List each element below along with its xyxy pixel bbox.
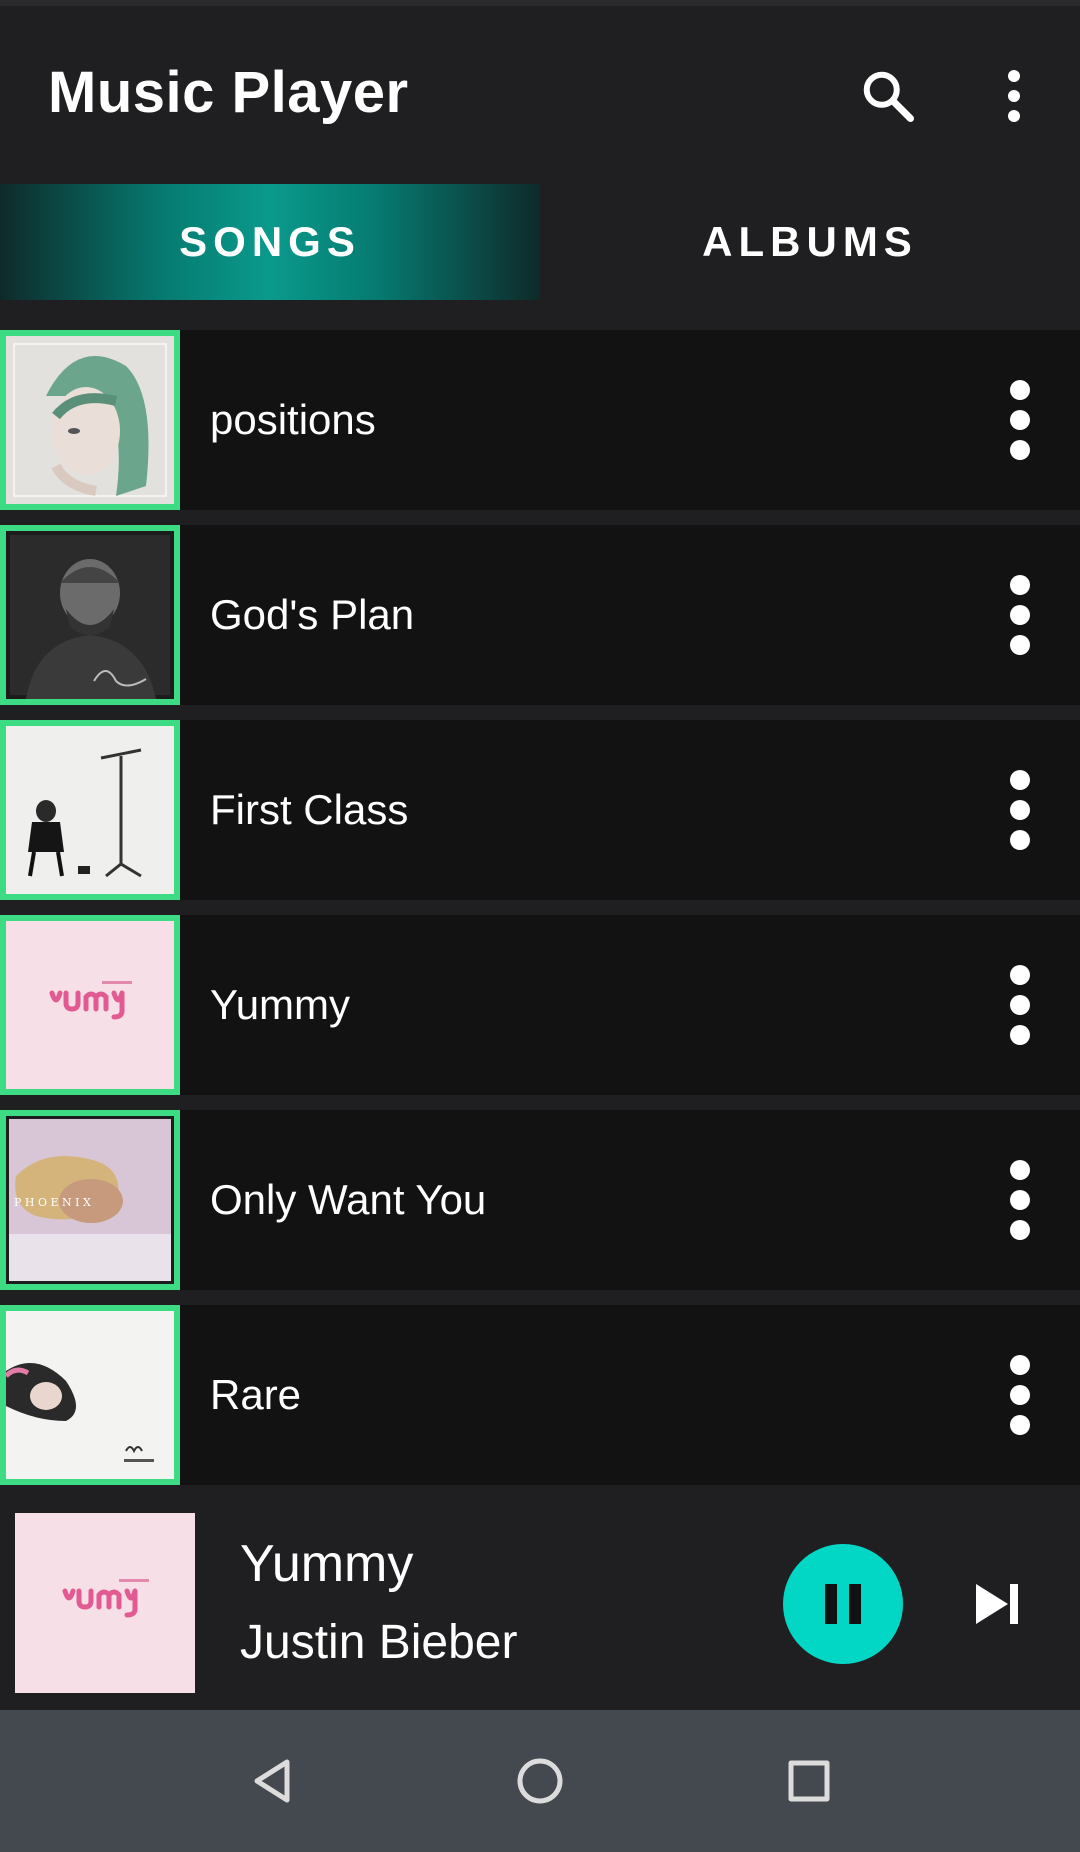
- tab-bar: SONGS ALBUMS: [0, 170, 1080, 314]
- song-row[interactable]: Yummy: [0, 915, 1080, 1095]
- now-playing-title: Yummy: [240, 1535, 414, 1593]
- more-vertical-icon: [1010, 575, 1030, 655]
- song-row[interactable]: positions: [0, 330, 1080, 510]
- app-bar: Music Player: [0, 6, 1080, 170]
- phoenix-logo-text: P H O E N I X: [14, 1196, 91, 1209]
- nav-recents-button[interactable]: [773, 1745, 845, 1817]
- song-options-button[interactable]: [990, 375, 1050, 465]
- song-title: Yummy: [210, 981, 351, 1028]
- more-vertical-icon: [1010, 1355, 1030, 1435]
- tab-songs[interactable]: SONGS: [0, 184, 540, 300]
- skip-next-button[interactable]: [958, 1564, 1038, 1644]
- search-button[interactable]: [852, 60, 924, 132]
- song-title: First Class: [210, 786, 409, 833]
- positions-album-art: [0, 330, 180, 510]
- first-class-album-art: [0, 720, 180, 900]
- song-options-button[interactable]: [990, 765, 1050, 855]
- scorpion-album-art: [0, 525, 180, 705]
- home-icon: [517, 1758, 563, 1804]
- song-title: God's Plan: [210, 591, 415, 638]
- song-row[interactable]: Rare: [0, 1305, 1080, 1485]
- skip-next-icon: [976, 1584, 1018, 1624]
- more-vertical-icon: [1010, 380, 1030, 460]
- more-vertical-icon: [1010, 1160, 1030, 1240]
- now-playing-bar[interactable]: Yummy Justin Bieber: [0, 1496, 1080, 1710]
- song-options-button[interactable]: [990, 1155, 1050, 1245]
- nav-back-button[interactable]: [236, 1745, 308, 1817]
- overflow-menu-button[interactable]: [978, 60, 1050, 132]
- more-vertical-icon: [1010, 965, 1030, 1045]
- more-vertical-icon: [1010, 770, 1030, 850]
- search-icon: [863, 71, 914, 122]
- nav-home-button[interactable]: [504, 1745, 576, 1817]
- song-options-button[interactable]: [990, 960, 1050, 1050]
- rare-album-art: [0, 1305, 180, 1485]
- pause-button[interactable]: [783, 1544, 903, 1664]
- yummy-album-art: [0, 915, 180, 1095]
- song-row[interactable]: First Class: [0, 720, 1080, 900]
- recents-icon: [788, 1760, 830, 1802]
- more-vertical-icon: [1008, 70, 1020, 122]
- song-title: Only Want You: [210, 1176, 487, 1223]
- song-options-button[interactable]: [990, 570, 1050, 660]
- song-row[interactable]: P H O E N I X Only Want You: [0, 1110, 1080, 1290]
- song-title: positions: [210, 396, 376, 443]
- song-options-button[interactable]: [990, 1350, 1050, 1440]
- now-playing-album-art: [15, 1513, 195, 1693]
- song-row[interactable]: God's Plan: [0, 525, 1080, 705]
- pause-icon: [825, 1584, 861, 1624]
- song-title: Rare: [210, 1371, 302, 1418]
- system-nav-bar: [0, 1710, 1080, 1852]
- phoenix-album-art: P H O E N I X: [0, 1110, 180, 1290]
- app-title: Music Player: [48, 60, 409, 125]
- tab-albums[interactable]: ALBUMS: [540, 184, 1080, 300]
- now-playing-artist: Justin Bieber: [240, 1616, 518, 1669]
- back-icon: [254, 1759, 290, 1803]
